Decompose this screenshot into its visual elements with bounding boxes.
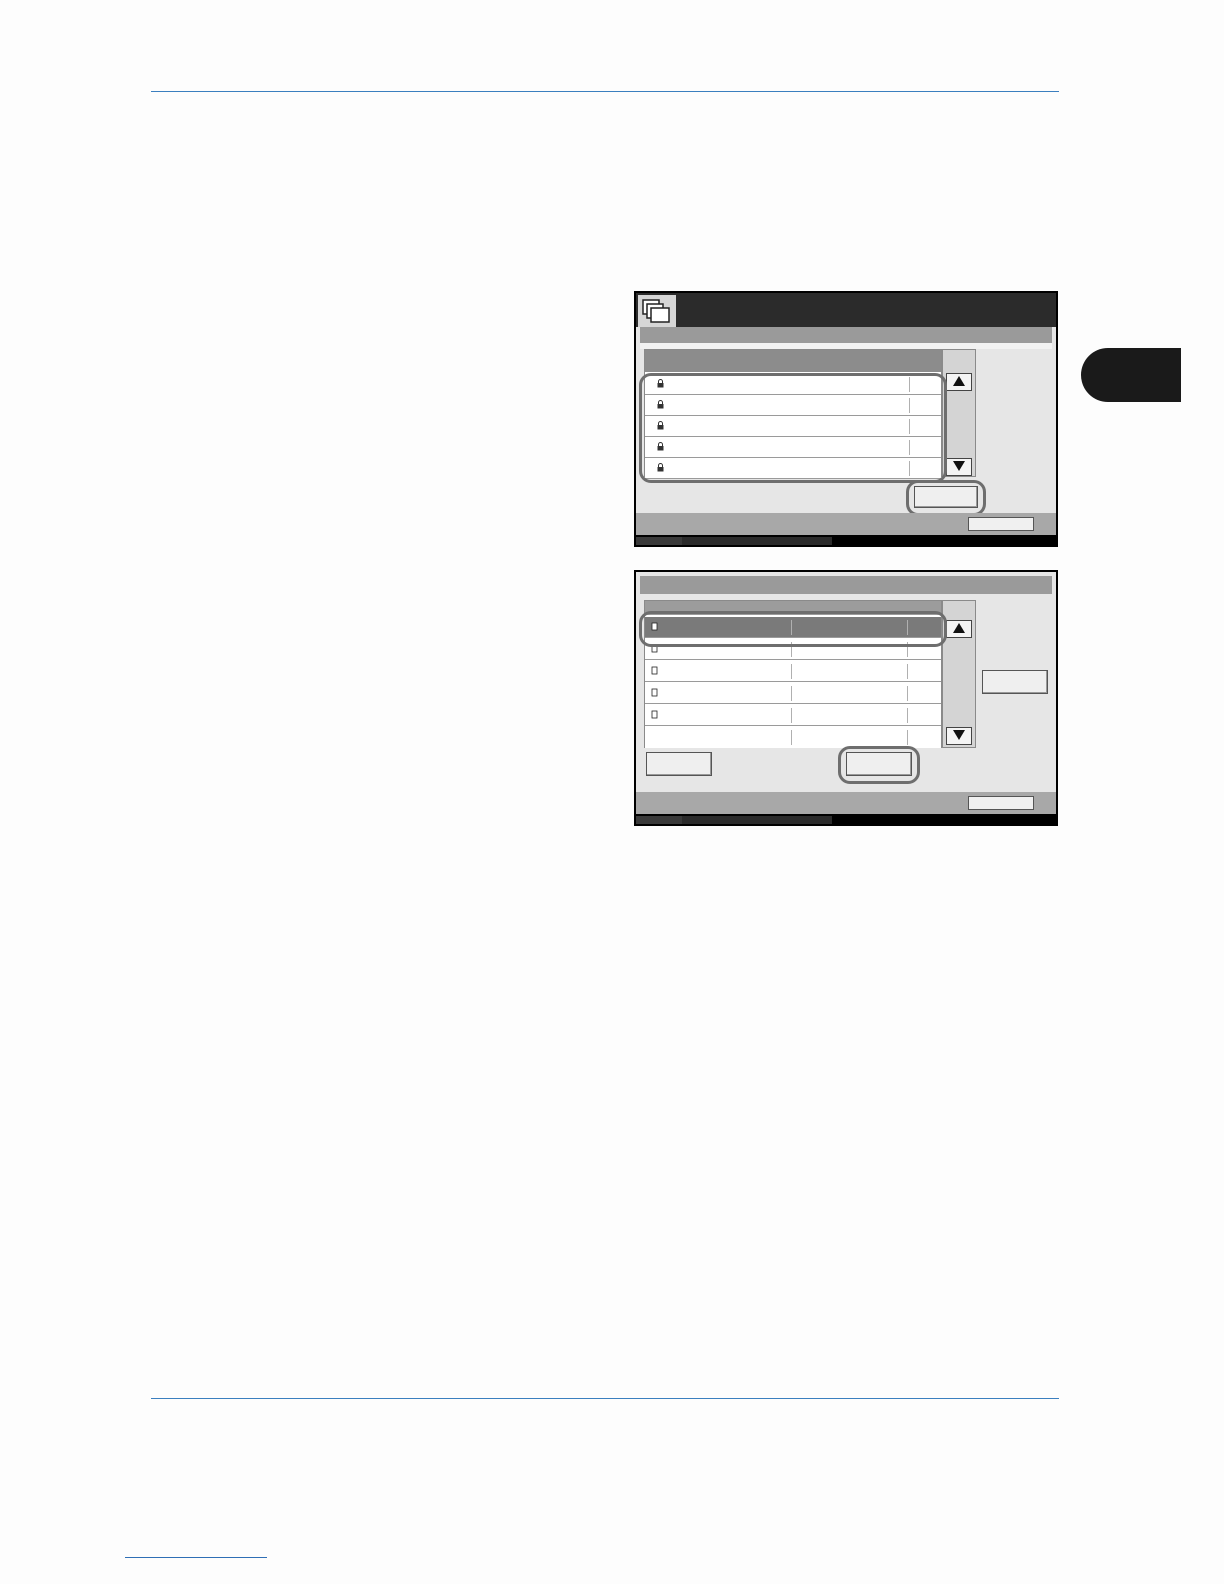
screen-box-list	[634, 291, 1058, 547]
document-icon	[651, 688, 658, 697]
triangle-up-icon	[953, 623, 965, 633]
list-item[interactable]	[645, 727, 941, 748]
screen-document-list	[634, 570, 1058, 826]
scroll-up-button[interactable]	[946, 373, 972, 391]
title-bar	[636, 293, 1056, 327]
scrollbar[interactable]	[942, 600, 976, 748]
scroll-up-button[interactable]	[946, 620, 972, 638]
scroll-down-button[interactable]	[946, 727, 972, 745]
sub-title-bar	[640, 576, 1052, 594]
left-button[interactable]	[646, 752, 712, 776]
sub-title-bar	[640, 327, 1052, 343]
triangle-down-icon	[953, 461, 965, 471]
scroll-down-button[interactable]	[946, 458, 972, 476]
list-highlight	[639, 373, 947, 483]
document-icon	[651, 710, 658, 719]
status-bar	[636, 792, 1056, 814]
header-rule	[151, 91, 1059, 92]
triangle-down-icon	[953, 730, 965, 740]
side-button[interactable]	[982, 670, 1048, 694]
bottom-bar	[636, 814, 1056, 824]
list-header	[645, 350, 941, 372]
button-highlight	[906, 480, 986, 516]
list-item[interactable]	[645, 683, 941, 704]
document-icon	[651, 666, 658, 675]
footer-rule	[151, 1398, 1059, 1399]
status-button[interactable]	[968, 796, 1034, 810]
button-highlight	[838, 746, 920, 784]
row-highlight	[639, 611, 947, 647]
bottom-bar	[636, 535, 1056, 545]
list-item[interactable]	[645, 705, 941, 726]
list-item[interactable]	[645, 661, 941, 682]
footer-link-underline	[125, 1557, 267, 1558]
document-box-icon	[638, 295, 676, 327]
status-button[interactable]	[968, 517, 1034, 531]
chapter-tab	[1081, 348, 1181, 402]
triangle-up-icon	[953, 376, 965, 386]
status-bar	[636, 513, 1056, 535]
scrollbar[interactable]	[942, 349, 976, 477]
